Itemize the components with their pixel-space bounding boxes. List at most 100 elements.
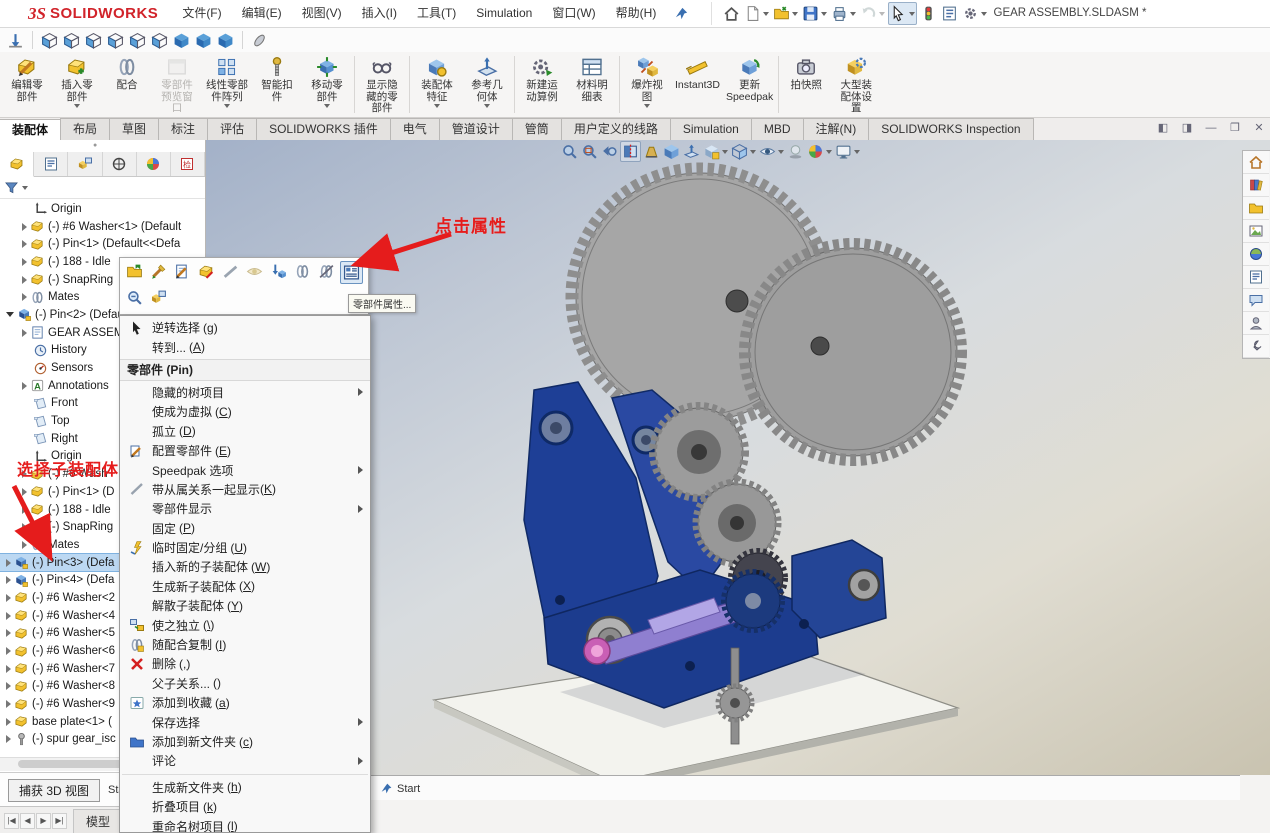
- view-left-button[interactable]: [84, 30, 103, 51]
- print-button[interactable]: [830, 3, 857, 24]
- dropdown-caret-icon[interactable]: [722, 150, 728, 154]
- tab-[interactable]: 管筒: [512, 118, 562, 140]
- cmd-linear-pattern-button[interactable]: 线性零部 件阵列: [202, 52, 252, 117]
- menu-item-生成新文件夹[interactable]: 生成新文件夹(h): [120, 778, 370, 797]
- view-bottom-button[interactable]: [150, 30, 169, 51]
- tree-expand-arrow-icon[interactable]: [22, 276, 27, 284]
- view-top-button[interactable]: [128, 30, 147, 51]
- filter-caret-icon[interactable]: [22, 186, 28, 190]
- insert-component-below-button[interactable]: [268, 261, 289, 282]
- open-button[interactable]: [772, 3, 799, 24]
- view-dimetric-button[interactable]: [216, 30, 235, 51]
- hide-component-button[interactable]: [220, 261, 241, 282]
- menu-item-逆转选择[interactable]: 逆转选择(g): [120, 318, 370, 337]
- tree-item[interactable]: (-) #6 Washer<1> (Default: [0, 218, 205, 236]
- tab-simulation[interactable]: Simulation: [670, 118, 752, 140]
- tree-expand-arrow-icon[interactable]: [6, 612, 11, 620]
- cmd-exploded-view-button[interactable]: 爆炸视 图: [622, 52, 672, 117]
- cmd-motion-study-button[interactable]: 新建运 动算例: [517, 52, 567, 117]
- menu-item-解散子装配体[interactable]: 解散子装配体(Y): [120, 596, 370, 615]
- tree-expand-arrow-icon[interactable]: [6, 665, 11, 673]
- collapse-right-button[interactable]: ◨: [1180, 121, 1194, 134]
- tree-expand-arrow-icon[interactable]: [22, 523, 27, 531]
- dynamic-annotation-button[interactable]: [642, 142, 661, 161]
- tree-expand-arrow-icon[interactable]: [22, 223, 27, 231]
- menu-e[interactable]: 编辑(E): [232, 0, 292, 27]
- menu-v[interactable]: 视图(V): [292, 0, 352, 27]
- custom-properties-button[interactable]: [1243, 266, 1269, 289]
- menu-h[interactable]: 帮助(H): [606, 0, 667, 27]
- home-button[interactable]: [722, 3, 741, 24]
- edit-appearance-button[interactable]: [806, 142, 833, 161]
- dropdown-caret-icon[interactable]: [224, 104, 230, 108]
- menu-item-父子关系[interactable]: 父子关系...(): [120, 674, 370, 693]
- menu-w[interactable]: 窗口(W): [542, 0, 605, 27]
- menu-item-评论[interactable]: 评论: [120, 751, 370, 770]
- cmd-show-hidden-button[interactable]: 显示隐 藏的零 部件: [357, 52, 407, 117]
- tree-expand-arrow-icon[interactable]: [6, 700, 11, 708]
- model-tab-model[interactable]: 模型: [73, 809, 123, 833]
- tab-solidworksinspection[interactable]: SOLIDWORKS Inspection: [868, 118, 1033, 140]
- tree-expand-arrow-icon[interactable]: [6, 735, 11, 743]
- dropdown-caret-icon[interactable]: [484, 104, 490, 108]
- timeline-pin-icon[interactable]: [380, 782, 393, 795]
- appearances-scenes-button[interactable]: [1243, 243, 1269, 266]
- view-right-button[interactable]: [106, 30, 125, 51]
- dropdown-caret-icon[interactable]: [879, 12, 885, 16]
- menu-item-Speedpak选项[interactable]: Speedpak 选项: [120, 460, 370, 479]
- dropdown-caret-icon[interactable]: [324, 104, 330, 108]
- tree-item[interactable]: (-) Pin<1> (Default<<Defa: [0, 235, 205, 253]
- tree-expand-arrow-icon[interactable]: [6, 647, 11, 655]
- undo-button[interactable]: [859, 3, 886, 24]
- appearance-tool-button[interactable]: [250, 30, 269, 51]
- capture-3d-view-button[interactable]: 捕获 3D 视图: [8, 779, 100, 802]
- settings-wrench-button[interactable]: [1243, 335, 1269, 358]
- menu-item-重命名树项目[interactable]: 重命名树项目(l): [120, 816, 370, 833]
- tab-[interactable]: 评估: [207, 118, 257, 140]
- cmd-instant3d-button[interactable]: Instant3D: [672, 52, 723, 117]
- dropdown-caret-icon[interactable]: [854, 150, 860, 154]
- zoom-to-fit-button[interactable]: [560, 142, 579, 161]
- menu-item-临时固定分组[interactable]: 临时固定/分组(U): [120, 538, 370, 557]
- tab-[interactable]: 草图: [109, 118, 159, 140]
- view-orientation-button[interactable]: [702, 142, 729, 161]
- tree-expand-arrow-icon[interactable]: [6, 312, 14, 321]
- tab-mbd[interactable]: MBD: [751, 118, 804, 140]
- tab-[interactable]: 用户定义的线路: [561, 118, 671, 140]
- tree-expand-arrow-icon[interactable]: [22, 506, 27, 514]
- menu-item-删除[interactable]: 删除(,): [120, 654, 370, 673]
- dropdown-caret-icon[interactable]: [850, 12, 856, 16]
- cmd-mate-button[interactable]: 配合: [102, 52, 152, 117]
- cmd-smart-fastener-button[interactable]: 智能扣 件: [252, 52, 302, 117]
- tree-item[interactable]: Origin: [0, 200, 205, 218]
- menu-item-插入新的子装配体[interactable]: 插入新的子装配体(W): [120, 557, 370, 576]
- menu-item-添加到新文件夹[interactable]: 添加到新文件夹(c): [120, 732, 370, 751]
- collapse-left-button[interactable]: ◧: [1156, 121, 1170, 134]
- dropdown-caret-icon[interactable]: [763, 12, 769, 16]
- restore-button[interactable]: ❐: [1228, 121, 1242, 134]
- user-profile-button[interactable]: [1243, 312, 1269, 335]
- tab-n[interactable]: 注解(N): [803, 118, 870, 140]
- tree-expand-arrow-icon[interactable]: [22, 382, 27, 390]
- isometric-view-button[interactable]: [662, 142, 681, 161]
- view-front-button[interactable]: [40, 30, 59, 51]
- cmd-large-assembly-button[interactable]: 大型装 配体设 置: [831, 52, 881, 117]
- dropdown-caret-icon[interactable]: [792, 12, 798, 16]
- view-settings-button[interactable]: [834, 142, 861, 161]
- cmd-edit-component-button[interactable]: 编辑零 部件: [2, 52, 52, 117]
- suppress-mates-button[interactable]: [316, 261, 337, 282]
- menu-item-使之独立[interactable]: 使之独立(\): [120, 615, 370, 634]
- cmd-assembly-features-button[interactable]: 装配体 特征: [412, 52, 462, 117]
- scrollbar-thumb[interactable]: [18, 760, 130, 768]
- section-view-button[interactable]: [620, 141, 641, 162]
- tree-expand-arrow-icon[interactable]: [6, 718, 11, 726]
- solidworks-resources-button[interactable]: [1243, 151, 1269, 174]
- tree-expand-arrow-icon[interactable]: [22, 488, 27, 496]
- menu-item-生成新子装配体[interactable]: 生成新子装配体(X): [120, 577, 370, 596]
- edit-assembly-button[interactable]: [148, 261, 169, 282]
- previous-view-button[interactable]: [600, 142, 619, 161]
- menu-item-隐藏的树项目[interactable]: 隐藏的树项目: [120, 383, 370, 402]
- tree-expand-arrow-icon[interactable]: [6, 629, 11, 637]
- mate-button[interactable]: [292, 261, 313, 282]
- menu-item-使成为虚拟[interactable]: 使成为虚拟(C): [120, 402, 370, 421]
